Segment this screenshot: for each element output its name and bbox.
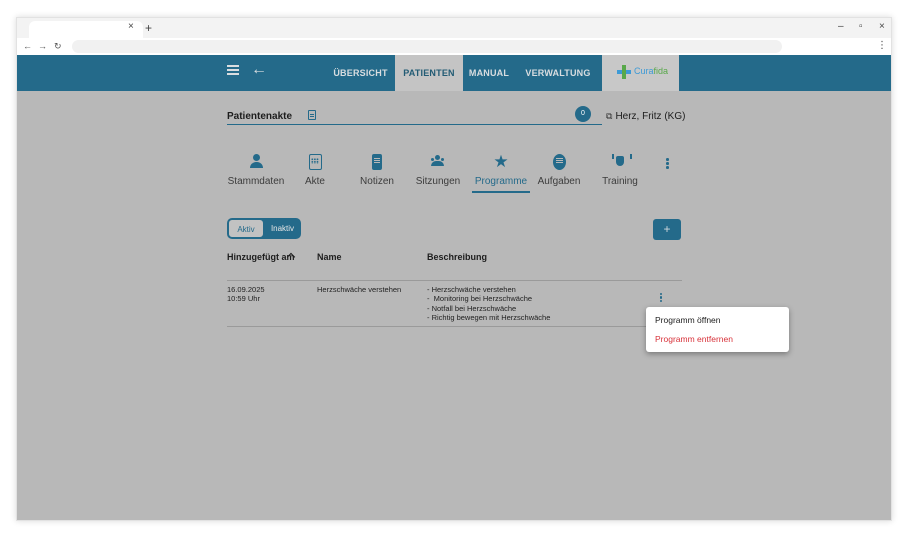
column-header-description[interactable]: Beschreibung bbox=[427, 252, 487, 262]
toggle-inaktiv[interactable]: Inaktiv bbox=[264, 219, 300, 238]
active-tab-indicator bbox=[472, 191, 530, 193]
notification-badge[interactable]: 0 bbox=[575, 106, 591, 122]
browser-tab[interactable] bbox=[29, 21, 143, 38]
add-program-button[interactable]: + bbox=[653, 219, 681, 240]
logo-text: Curafida bbox=[634, 66, 669, 76]
table-row-divider bbox=[227, 326, 682, 327]
tab-sitzungen[interactable]: Sitzungen bbox=[413, 154, 463, 187]
browser-tabstrip: × + – ▫ × bbox=[17, 18, 891, 38]
forward-icon[interactable]: → bbox=[38, 41, 47, 51]
minimize-icon[interactable]: – bbox=[838, 21, 844, 32]
menu-item-manual[interactable]: MANUAL bbox=[464, 55, 514, 91]
tab-label: Stammdaten bbox=[227, 176, 285, 187]
column-header-name[interactable]: Name bbox=[317, 252, 342, 262]
column-header-date[interactable]: Hinzugefügt am bbox=[227, 252, 307, 262]
external-link-icon: ⧉ bbox=[606, 111, 613, 121]
person-icon bbox=[250, 154, 263, 170]
header-divider bbox=[227, 124, 602, 125]
browser-navbar: ← → ↻ ⋮ bbox=[17, 38, 891, 55]
tab-notizen[interactable]: Notizen bbox=[357, 154, 397, 187]
toggle-aktiv[interactable]: Aktiv bbox=[228, 219, 264, 238]
row-name: Herzschwäche verstehen bbox=[317, 285, 402, 294]
tab-label: Aufgaben bbox=[537, 176, 581, 187]
active-inactive-toggle: Aktiv Inaktiv bbox=[227, 218, 301, 239]
menu-item-patienten[interactable]: PATIENTEN bbox=[395, 55, 463, 91]
restore-icon[interactable]: ▫ bbox=[859, 21, 863, 32]
tab-stammdaten[interactable]: Stammdaten bbox=[227, 154, 285, 187]
menu-item-open-program[interactable]: Programm öffnen bbox=[655, 315, 721, 325]
new-tab-icon[interactable]: + bbox=[145, 21, 152, 35]
more-tabs-icon[interactable] bbox=[666, 158, 669, 170]
browser-menu-icon[interactable]: ⋮ bbox=[877, 40, 887, 51]
back-arrow-icon[interactable]: ← bbox=[251, 61, 267, 79]
tab-close-icon[interactable]: × bbox=[128, 21, 134, 32]
tab-label: Notizen bbox=[360, 176, 394, 187]
tab-label: Training bbox=[602, 176, 638, 187]
group-icon bbox=[430, 154, 446, 170]
training-icon bbox=[612, 154, 632, 170]
tab-aufgaben[interactable]: Aufgaben bbox=[536, 154, 582, 187]
tab-label: Akte bbox=[304, 176, 325, 187]
hamburger-icon[interactable] bbox=[227, 65, 239, 75]
menu-item-verwaltung[interactable]: VERWALTUNG bbox=[520, 55, 596, 91]
menu-item-uebersicht[interactable]: ÜBERSICHT bbox=[327, 55, 394, 91]
address-bar[interactable] bbox=[72, 40, 782, 53]
table-header-divider bbox=[227, 280, 682, 281]
row-more-icon[interactable] bbox=[660, 293, 663, 303]
calendar-icon bbox=[308, 154, 322, 170]
tab-programme[interactable]: ★ Programme bbox=[472, 152, 530, 187]
logo-cross-icon bbox=[617, 65, 631, 79]
star-icon: ★ bbox=[493, 152, 509, 171]
tab-label: Programme bbox=[474, 176, 528, 187]
list-icon bbox=[552, 154, 566, 170]
context-menu: Programm öffnen Programm entfernen bbox=[646, 307, 789, 352]
row-date: 16.09.2025 10:59 Uhr bbox=[227, 285, 265, 304]
page-title: Patientenakte bbox=[227, 111, 293, 122]
window-close-icon[interactable]: × bbox=[879, 21, 885, 32]
curafida-logo[interactable]: Curafida bbox=[602, 55, 679, 91]
note-icon bbox=[372, 154, 382, 170]
row-description: - Herzschwäche verstehen - Monitoring be… bbox=[427, 285, 551, 322]
app-bar: ← ÜBERSICHT PATIENTEN MANUAL VERWALTUNG … bbox=[17, 55, 891, 91]
tab-akte[interactable]: Akte bbox=[299, 154, 331, 187]
patient-link[interactable]: ⧉ Herz, Fritz (KG) bbox=[606, 111, 685, 122]
reload-icon[interactable]: ↻ bbox=[54, 41, 62, 52]
menu-item-remove-program[interactable]: Programm entfernen bbox=[655, 334, 733, 344]
page-viewport: ← ÜBERSICHT PATIENTEN MANUAL VERWALTUNG … bbox=[17, 55, 891, 520]
column-header-label: Hinzugefügt am bbox=[227, 252, 295, 262]
patient-name: Herz, Fritz (KG) bbox=[615, 111, 686, 122]
document-icon[interactable] bbox=[308, 110, 316, 120]
tab-label: Sitzungen bbox=[415, 176, 461, 187]
back-icon[interactable]: ← bbox=[23, 41, 32, 51]
browser-window: × + – ▫ × ← → ↻ ⋮ ← ÜBERSICHT PATIENTEN … bbox=[16, 17, 892, 521]
tab-training[interactable]: Training bbox=[601, 154, 639, 187]
